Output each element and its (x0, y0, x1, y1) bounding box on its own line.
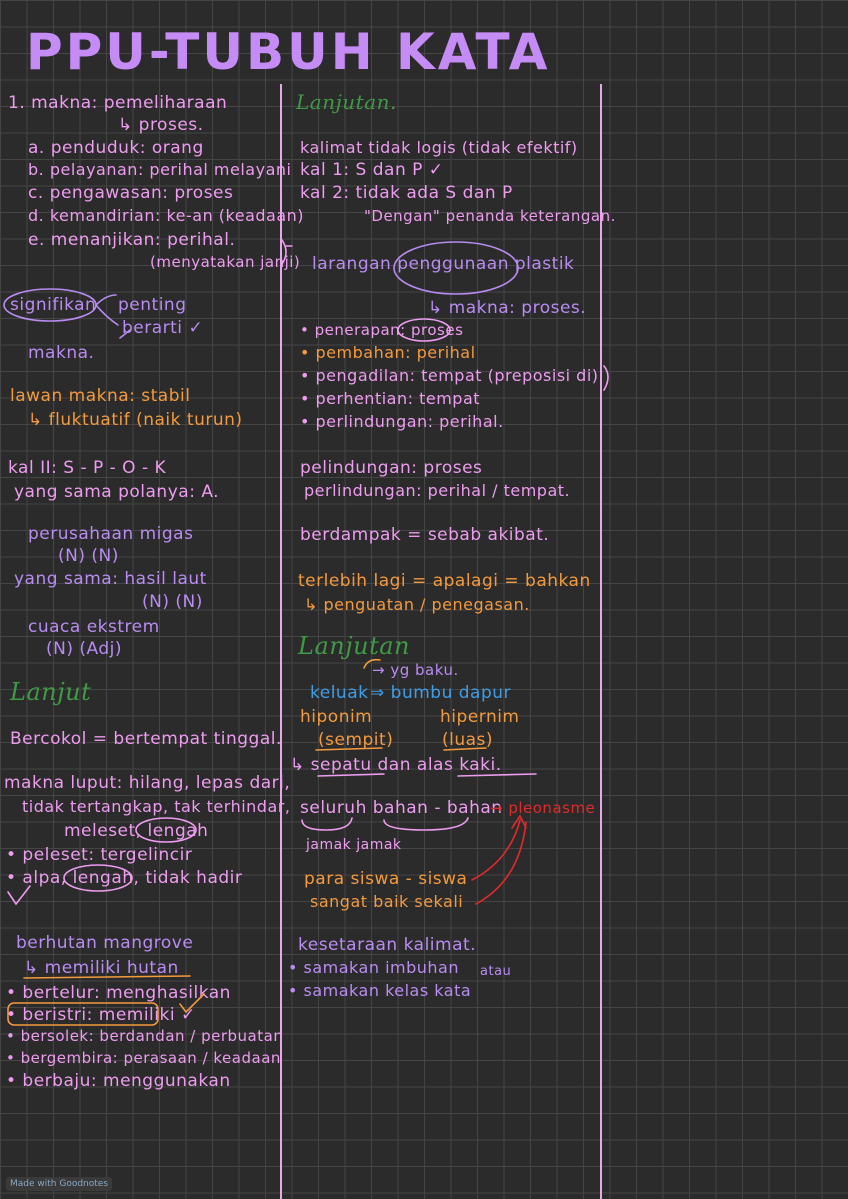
note-line: • bertelur: menghasilkan (6, 983, 231, 1003)
note-line: • perlindungan: perihal. (300, 412, 504, 431)
note-line: perlindungan: perihal / tempat. (304, 481, 571, 500)
goodnotes-badge: Made with Goodnotes (6, 1177, 113, 1191)
note-line: terlebih lagi = apalagi = bahkan (298, 571, 591, 591)
note-line: kalimat tidak logis (tidak efektif) (300, 138, 578, 157)
note-line: ↳ proses. (118, 115, 204, 135)
note-line: yang sama: hasil laut (14, 569, 207, 589)
note-line: d. kemandirian: ke-an (keadaan) (28, 206, 305, 225)
brace-mark (301, 817, 353, 831)
note-line: → pleonasme (490, 799, 596, 817)
note-line: ↳ memiliki hutan (24, 958, 179, 978)
note-line: (menyatakan janji) (150, 253, 301, 271)
note-line: keluak (310, 683, 369, 703)
note-line: • penerapan: proses (300, 321, 464, 339)
note-line: tidak tertangkap, tak terhindar, (22, 797, 291, 816)
note-line: yang sama polanya: A. (14, 482, 220, 502)
note-line: (N) (N) (142, 592, 203, 612)
note-line: larangan penggunaan plastik (312, 254, 575, 274)
note-line: hiponim (300, 707, 373, 727)
note-line: "Dengan" penanda keterangan. (364, 207, 616, 225)
note-line: • peleset: tergelincir (6, 845, 193, 865)
note-line: kal II: S - P - O - K (8, 458, 167, 478)
note-line: kesetaraan kalimat. (298, 935, 477, 955)
note-line: pelindungan: proses (300, 458, 483, 478)
note-line: 1. makna: pemeliharaan (8, 93, 228, 113)
note-line: ⇒ bumbu dapur (370, 683, 512, 703)
note-line: • samakan imbuhan (288, 958, 459, 977)
note-line: Bercokol = bertempat tinggal. (10, 729, 282, 749)
note-line: • pembahan: perihal (300, 343, 476, 362)
note-line: → yg baku. (372, 661, 459, 679)
check-mark (7, 885, 31, 906)
note-line: ↳ sepatu dan alas kaki. (290, 755, 502, 775)
note-line: • beristri: memiliki ✓ (6, 1005, 196, 1025)
note-line: jamak jamak (306, 837, 402, 853)
note-line: makna. (28, 343, 95, 363)
note-line: ↳ penguatan / penegasan. (304, 595, 530, 614)
note-line: cuaca ekstrem (28, 617, 160, 637)
note-line: seluruh bahan - bahan (300, 798, 503, 818)
note-line: (N) (Adj) (46, 639, 122, 659)
note-line: lawan makna: stabil (10, 386, 191, 406)
note-line: perusahaan migas (28, 524, 194, 544)
note-line: • bergembira: perasaan / keadaan (6, 1049, 281, 1067)
section-heading: Lanjutan (298, 632, 411, 660)
note-line: • samakan kelas kata (288, 981, 472, 1000)
note-line: (sempit) (318, 730, 394, 750)
column-divider-right (600, 84, 602, 1199)
note-line: atau (480, 964, 512, 979)
note-line: meleset, lengah (64, 821, 209, 841)
note-line: berhutan mangrove (16, 933, 194, 953)
note-line: • perhentian: tempat (300, 389, 481, 408)
note-line: b. pelayanan: perihal melayani (28, 160, 292, 179)
note-line: kal 2: tidak ada S dan P (300, 183, 513, 203)
note-line: • alpa, lengah, tidak hadir (6, 868, 243, 888)
note-line: berdampak = sebab akibat. (300, 525, 550, 545)
note-line: • berbaju: menggunakan (6, 1071, 231, 1091)
note-line: penting (118, 295, 187, 315)
note-line: para siswa - siswa (304, 869, 468, 889)
note-line: makna luput: hilang, lepas dari, (4, 773, 291, 793)
note-line: c. pengawasan: proses (28, 183, 234, 203)
note-line: signifikan (10, 295, 97, 315)
note-line: ↳ fluktuatif (naik turun) (28, 410, 243, 430)
section-heading: Lanjutan. (296, 90, 397, 114)
arrow-mark (471, 819, 527, 905)
note-line: ↳ makna: proses. (428, 298, 587, 318)
note-line: hipernim (440, 707, 520, 727)
note-line: • bersolek: berdandan / perbuatan (6, 1027, 284, 1045)
note-line: • pengadilan: tempat (preposisi di) (300, 366, 599, 385)
note-line: e. menanjikan: perihal. (28, 230, 236, 250)
bracket-mark (603, 365, 609, 391)
brace-mark (383, 817, 469, 831)
page-title: PPU-TUBUH KATA (26, 23, 551, 81)
note-line: (N) (N) (58, 546, 119, 566)
note-line: sangat baik sekali (310, 892, 464, 911)
brace-mark (95, 294, 119, 326)
note-line: berarti ✓ (122, 318, 204, 338)
note-line: kal 1: S dan P ✓ (300, 160, 444, 180)
note-line: a. penduduk: orang (28, 138, 204, 158)
note-line: (luas) (442, 730, 494, 750)
section-heading: Lanjut (10, 678, 92, 706)
